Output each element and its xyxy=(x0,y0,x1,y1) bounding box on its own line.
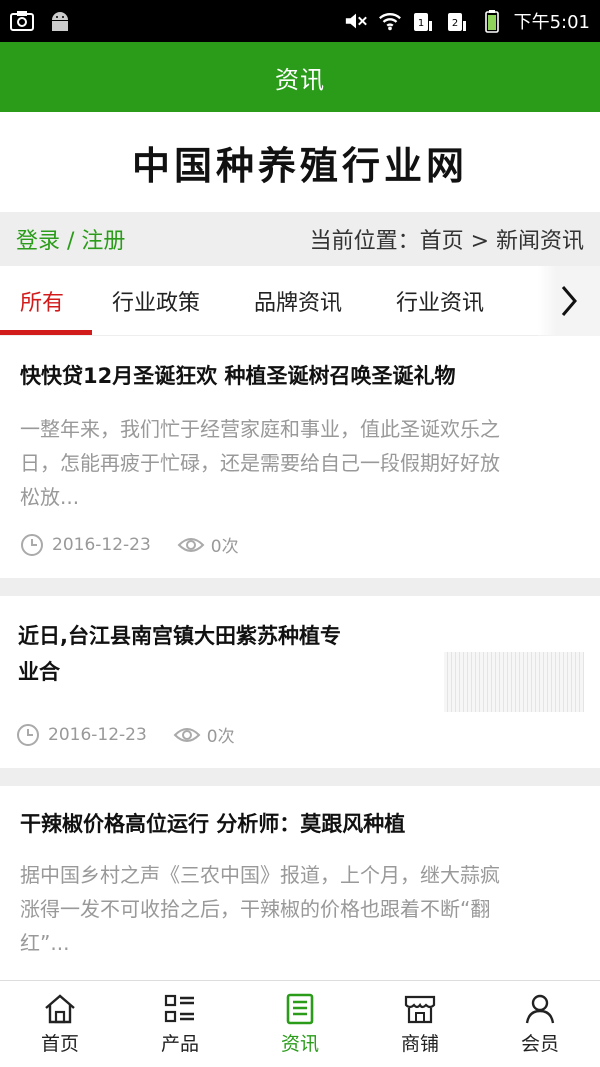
view-count-value: 0次 xyxy=(206,727,235,747)
wifi-icon xyxy=(378,9,402,33)
article-title: 干辣椒价格高位运行 分析师：莫跟风种植 xyxy=(20,812,406,836)
svg-text:1: 1 xyxy=(417,18,423,29)
battery-icon xyxy=(480,9,504,33)
view-count: 0次 xyxy=(177,532,239,557)
grid-list-icon xyxy=(164,994,194,1022)
view-count: 0次 xyxy=(173,722,235,747)
summary-line: 松放... xyxy=(20,485,80,509)
summary-line: 日，怎能再疲于忙碌，还是需要给自己一段假期好好放 xyxy=(20,451,500,475)
breadcrumb: 当前位置：首页 > 新闻资讯 xyxy=(309,229,584,254)
clock-icon xyxy=(17,723,39,746)
news-list-item[interactable]: 近日,台江县南宫镇大田紫苏种植专 业合 2016-12-23 0次 xyxy=(0,596,600,768)
status-bar: 1 2 下午5:01 xyxy=(0,0,600,42)
bottom-navigation: 首页 产品 资讯 商铺 会员 xyxy=(0,980,600,1067)
title-line: 近日,台江县南宫镇大田紫苏种植专 xyxy=(18,624,341,648)
article-summary: 一整年来，我们忙于经营家庭和事业，值此圣诞欢乐之 日，怎能再疲于忙碌，还是需要给… xyxy=(20,412,582,514)
shop-icon xyxy=(404,995,436,1023)
nav-products[interactable]: 产品 xyxy=(120,981,240,1067)
divider xyxy=(0,768,600,786)
summary-line: 涨得一发不可收拾之后，干辣椒的价格也跟着不断“翻 xyxy=(20,897,491,921)
article-date: 2016-12-23 xyxy=(48,724,147,745)
login-register-link[interactable]: 登录 / 注册 xyxy=(16,223,125,255)
svg-text:2: 2 xyxy=(451,18,457,29)
nav-shops[interactable]: 商铺 xyxy=(360,981,480,1067)
nav-label: 首页 xyxy=(40,1032,79,1055)
eye-icon xyxy=(173,727,201,742)
status-time: 下午5:01 xyxy=(513,12,590,33)
active-tab-indicator xyxy=(0,330,92,335)
site-logo-text: 中国种养殖行业网 xyxy=(131,143,468,188)
view-count-value: 0次 xyxy=(210,537,239,557)
site-logo: 中国种养殖行业网 xyxy=(0,112,600,212)
clock-icon xyxy=(21,533,43,556)
tab-label: 行业资讯 xyxy=(396,290,485,316)
news-list-item[interactable]: 快快贷12月圣诞狂欢 种植圣诞树召唤圣诞礼物 一整年来，我们忙于经营家庭和事业，… xyxy=(0,336,600,578)
article-date: 2016-12-23 xyxy=(52,534,151,555)
divider xyxy=(0,578,600,596)
tab-all[interactable]: 所有 xyxy=(20,266,64,336)
tab-label: 行业政策 xyxy=(112,290,201,316)
nav-label: 商铺 xyxy=(400,1032,439,1055)
nav-member[interactable]: 会员 xyxy=(480,981,600,1067)
summary-line: 据中国乡村之声《三农中国》报道，上个月，继大蒜疯 xyxy=(20,863,500,887)
eye-icon xyxy=(177,537,205,552)
tab-label: 品牌资讯 xyxy=(254,290,343,316)
login-breadcrumb-bar: 登录 / 注册 当前位置：首页 > 新闻资讯 xyxy=(0,212,600,266)
android-icon xyxy=(48,9,72,33)
summary-line: 一整年来，我们忙于经营家庭和事业，值此圣诞欢乐之 xyxy=(20,417,500,441)
nav-home[interactable]: 首页 xyxy=(0,981,120,1067)
article-title: 快快贷12月圣诞狂欢 种植圣诞树召唤圣诞礼物 xyxy=(20,364,456,388)
user-icon xyxy=(525,994,555,1023)
sim-signal-icon: 1 xyxy=(412,9,436,33)
sim-signal-icon-2: 2 xyxy=(446,9,470,33)
tabs-scroll-right-button[interactable] xyxy=(538,266,600,336)
tab-brand-news[interactable]: 品牌资讯 xyxy=(254,266,342,336)
mute-icon xyxy=(344,9,368,33)
news-list-item[interactable]: 干辣椒价格高位运行 分析师：莫跟风种植 据中国乡村之声《三农中国》报道，上个月，… xyxy=(0,786,600,980)
summary-line: 红”... xyxy=(20,931,70,955)
nav-label: 产品 xyxy=(160,1032,199,1055)
screenshot-icon xyxy=(10,9,34,33)
nav-news[interactable]: 资讯 xyxy=(240,981,360,1067)
tab-industry-news[interactable]: 行业资讯 xyxy=(396,266,484,336)
tab-industry-policy[interactable]: 行业政策 xyxy=(112,266,200,336)
tab-label: 所有 xyxy=(20,290,65,316)
news-icon xyxy=(286,993,314,1024)
page-title: 资讯 xyxy=(275,65,325,94)
chevron-right-icon xyxy=(561,286,577,316)
home-icon xyxy=(45,993,75,1023)
nav-label: 资讯 xyxy=(280,1032,319,1055)
title-line: 业合 xyxy=(18,660,60,684)
category-tabs: 所有 行业政策 品牌资讯 行业资讯 xyxy=(0,266,600,336)
article-meta: 2016-12-23 0次 xyxy=(16,722,235,747)
title-bar: 资讯 xyxy=(0,42,600,112)
article-thumbnail xyxy=(444,652,584,712)
article-summary: 据中国乡村之声《三农中国》报道，上个月，继大蒜疯 涨得一发不可收拾之后，干辣椒的… xyxy=(20,858,582,960)
article-meta: 2016-12-23 0次 xyxy=(20,532,239,557)
nav-label: 会员 xyxy=(520,1032,559,1055)
article-title: 近日,台江县南宫镇大田紫苏种植专 业合 xyxy=(18,618,418,690)
